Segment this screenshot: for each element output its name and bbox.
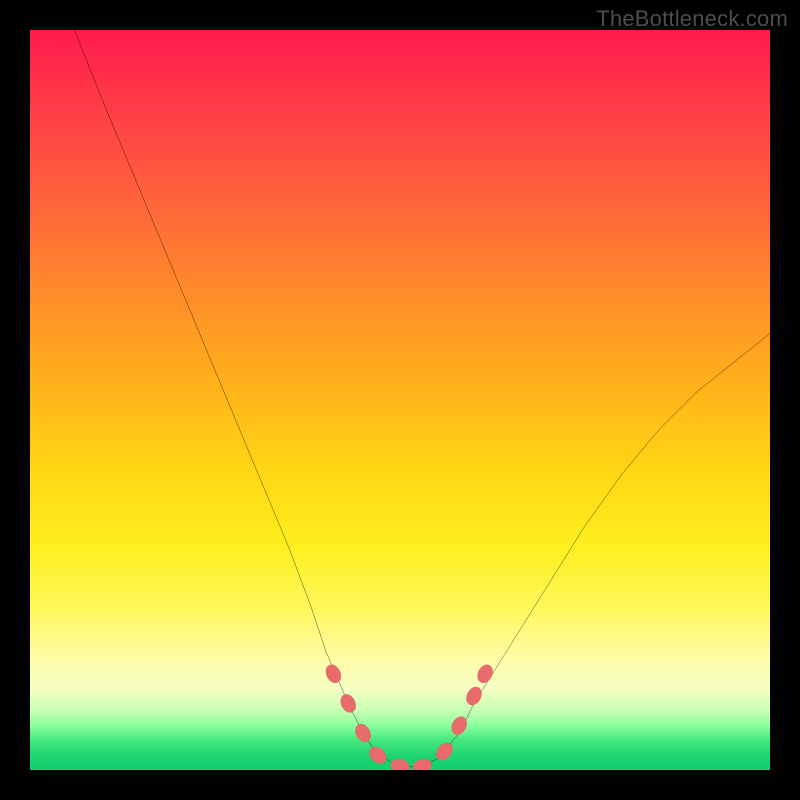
- watermark-text: TheBottleneck.com: [596, 6, 788, 32]
- curve-marker: [366, 744, 390, 767]
- curve-marker: [448, 714, 469, 738]
- chart-frame: TheBottleneck.com: [0, 0, 800, 800]
- curve-marker: [389, 757, 411, 770]
- curve-marker: [433, 740, 456, 764]
- curve-marker: [411, 757, 434, 770]
- plot-area: [30, 30, 770, 770]
- curve-marker: [463, 684, 484, 707]
- chart-svg: [30, 30, 770, 770]
- curve-marker: [352, 721, 374, 745]
- curve-marker: [323, 662, 344, 685]
- curve-marker: [338, 692, 359, 715]
- bottleneck-curve: [74, 30, 770, 766]
- marker-group: [323, 662, 496, 770]
- curve-marker: [475, 662, 496, 685]
